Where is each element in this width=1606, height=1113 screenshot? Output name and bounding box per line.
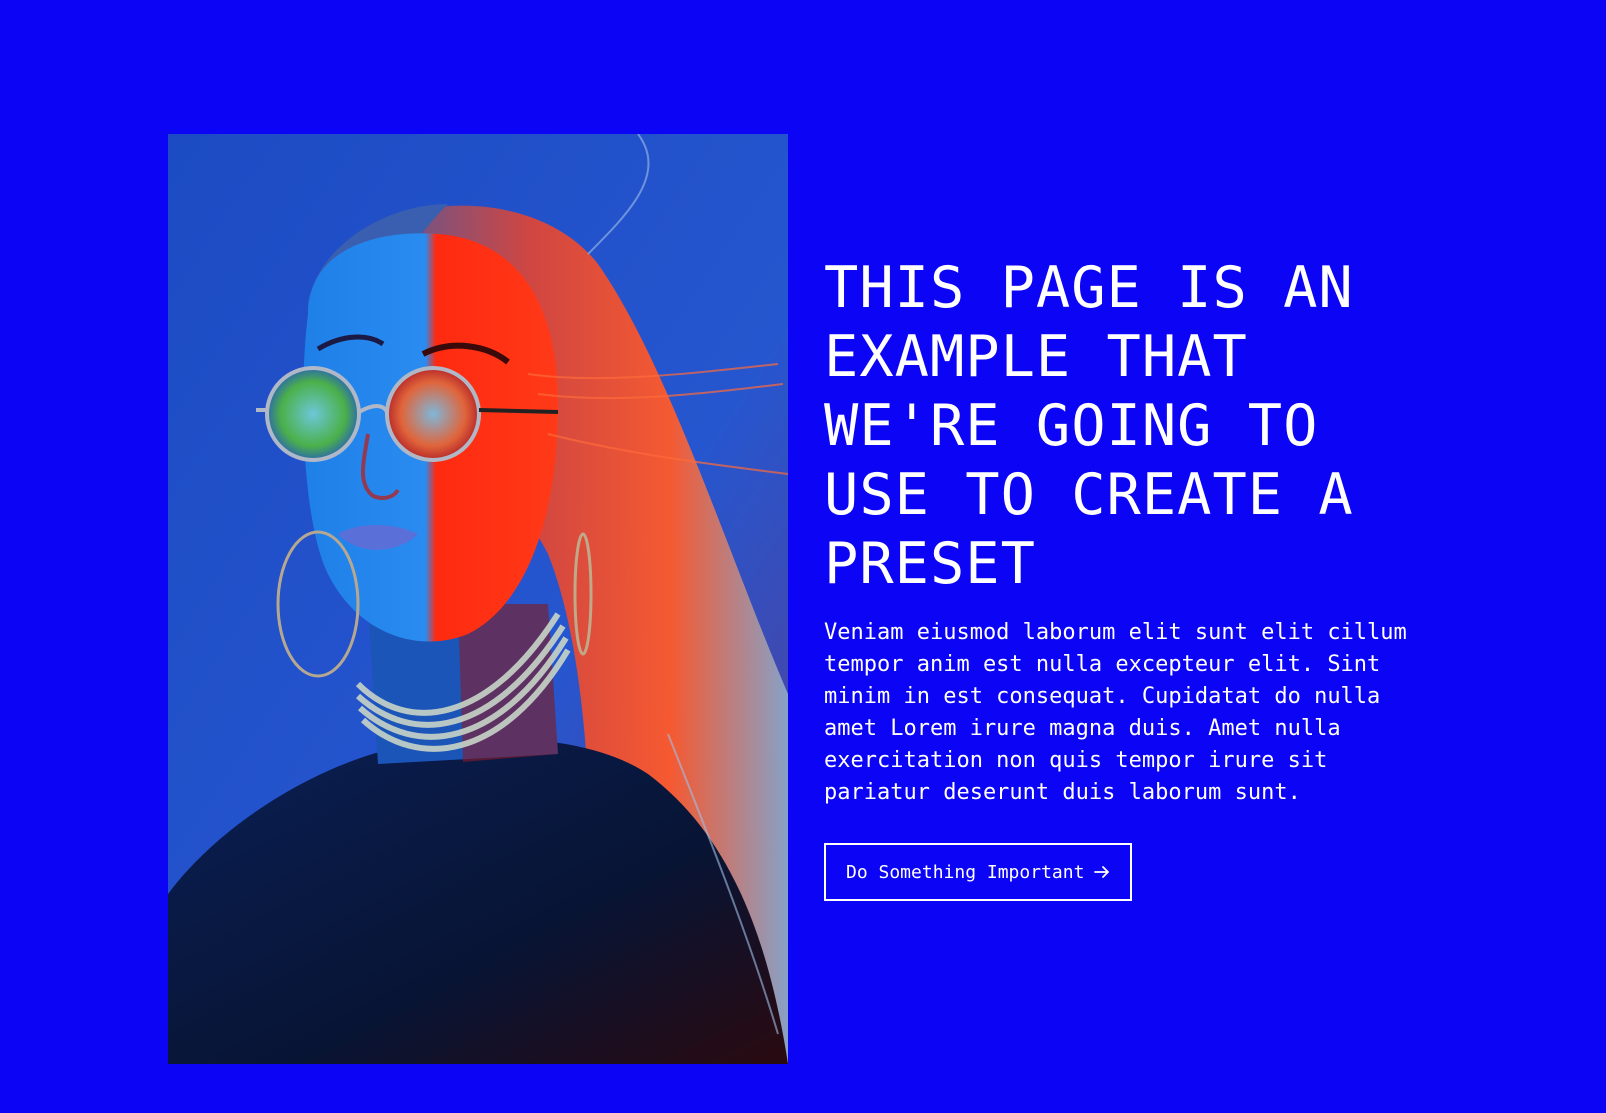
hero-description: Veniam eiusmod laborum elit sunt elit ci… xyxy=(824,620,1407,805)
page-title: THIS PAGE IS AN EXAMPLE THAT WE'RE GOING… xyxy=(824,255,1354,597)
portrait-photo xyxy=(168,134,788,1064)
arrow-right-icon xyxy=(1094,864,1110,880)
cta-label: Do Something Important xyxy=(846,861,1085,883)
hero-section: THIS PAGE IS AN EXAMPLE THAT WE'RE GOING… xyxy=(0,0,1606,1113)
hero-content: THIS PAGE IS AN EXAMPLE THAT WE'RE GOING… xyxy=(824,254,1424,901)
do-something-important-button[interactable]: Do Something Important xyxy=(824,843,1133,901)
